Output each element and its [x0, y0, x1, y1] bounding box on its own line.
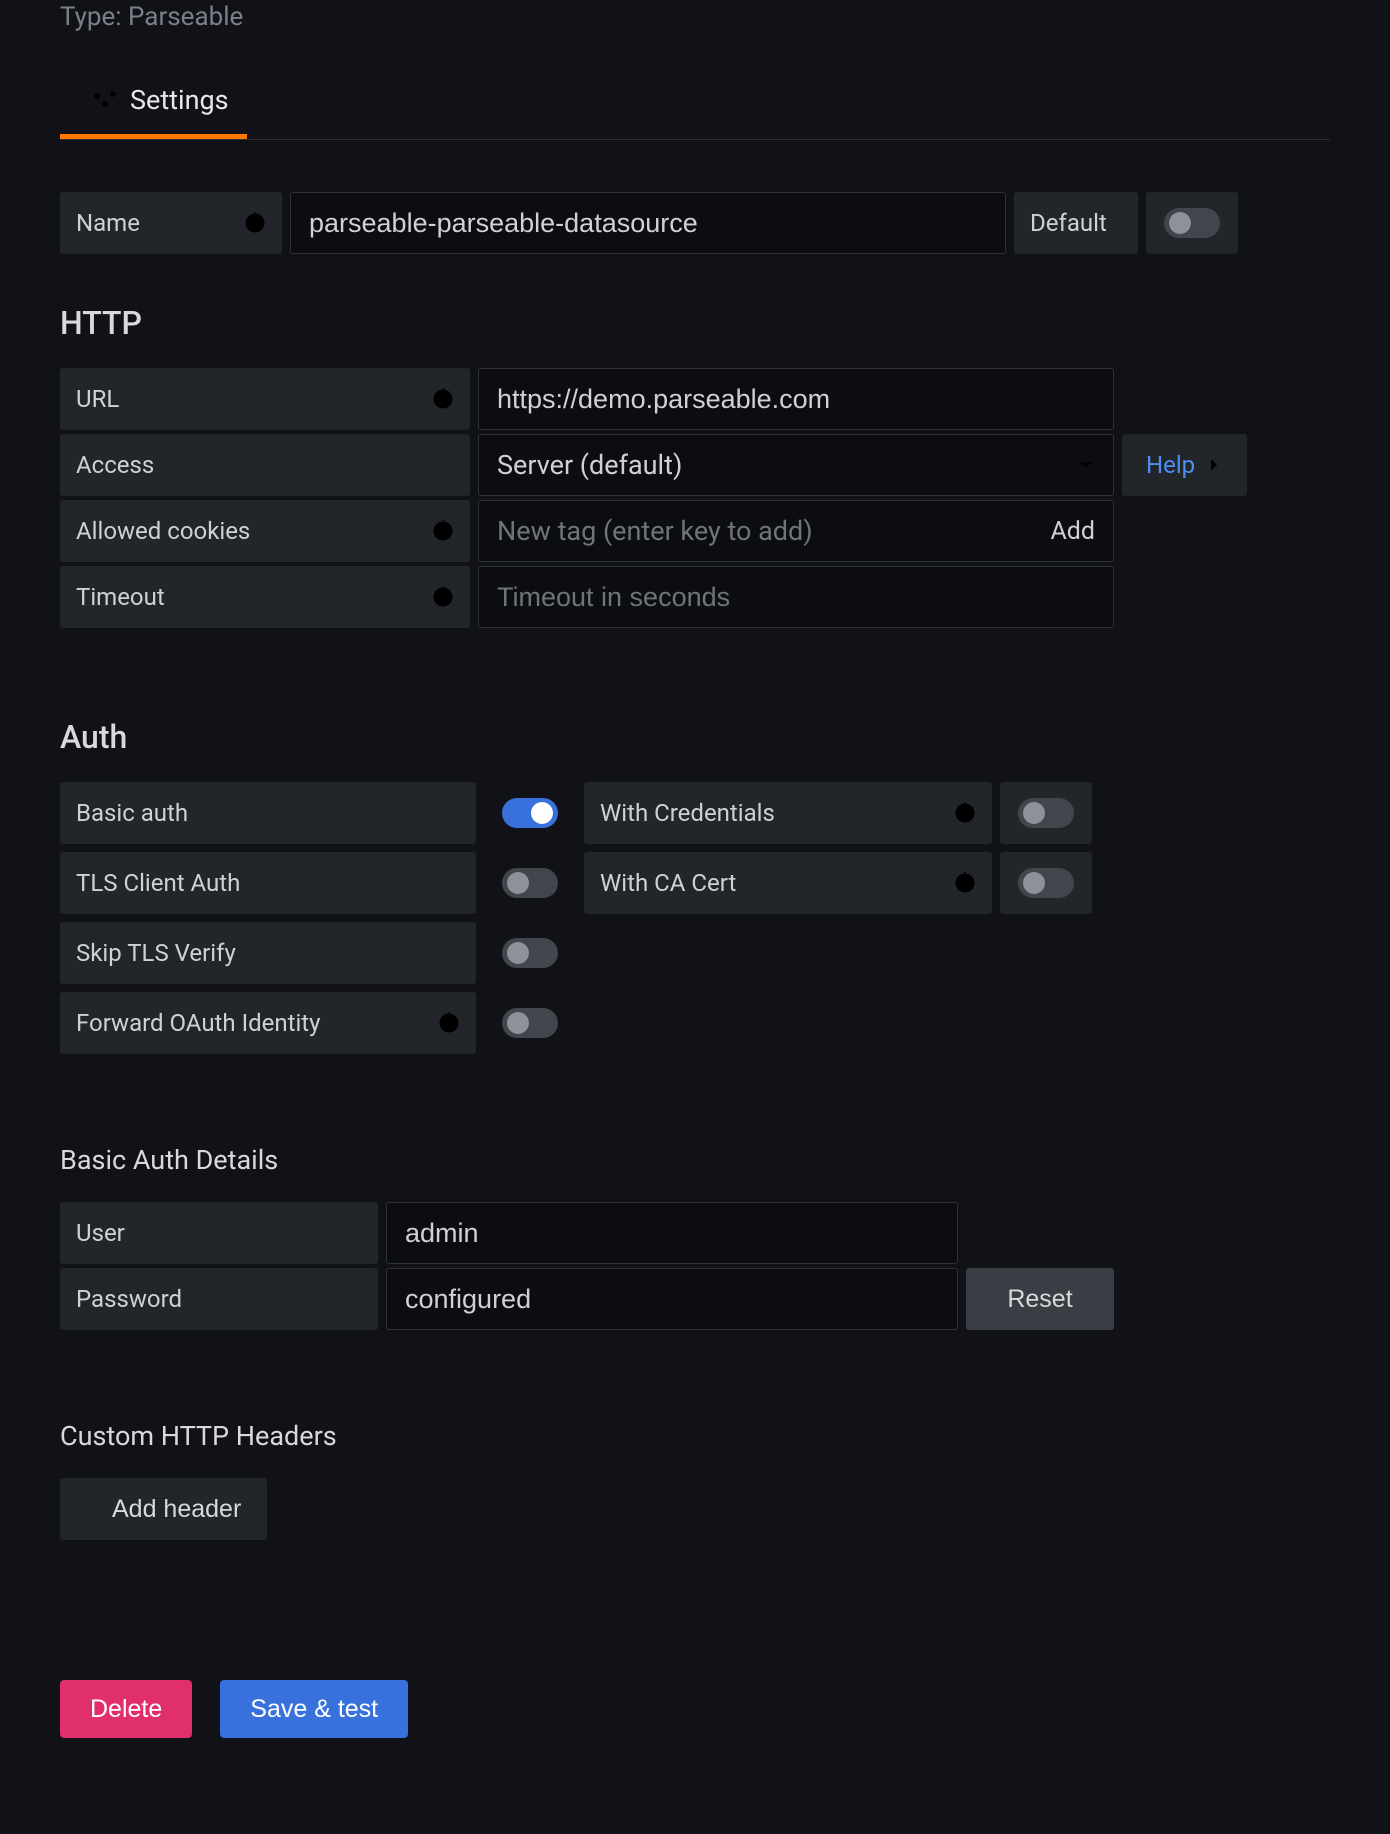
forward-oauth-label-text: Forward OAuth Identity — [76, 1009, 321, 1037]
access-label-text: Access — [76, 451, 154, 479]
allowed-cookies-input[interactable]: New tag (enter key to add) Add — [478, 500, 1114, 562]
info-icon — [954, 872, 976, 894]
allowed-cookies-placeholder: New tag (enter key to add) — [497, 515, 813, 547]
allowed-cookies-label-text: Allowed cookies — [76, 517, 250, 545]
url-input[interactable] — [478, 368, 1114, 430]
auth-section-title: Auth — [60, 718, 1330, 756]
timeout-label-text: Timeout — [76, 583, 165, 611]
tab-label: Settings — [130, 84, 229, 116]
with-credentials-label-text: With Credentials — [600, 799, 775, 827]
default-label-text: Default — [1030, 209, 1107, 237]
default-toggle[interactable] — [1146, 192, 1238, 254]
info-icon — [244, 212, 266, 234]
info-icon — [432, 520, 454, 542]
info-icon — [432, 586, 454, 608]
with-ca-cert-label-text: With CA Cert — [600, 869, 736, 897]
save-test-button[interactable]: Save & test — [220, 1680, 408, 1738]
with-ca-cert-label: With CA Cert — [584, 852, 992, 914]
basic-auth-details-title: Basic Auth Details — [60, 1144, 1330, 1176]
default-label: Default — [1014, 192, 1138, 254]
access-help-button[interactable]: Help — [1122, 434, 1247, 496]
info-icon — [438, 1012, 460, 1034]
reset-button[interactable]: Reset — [966, 1268, 1114, 1330]
name-label: Name — [60, 192, 282, 254]
info-icon — [432, 388, 454, 410]
http-section-title: HTTP — [60, 304, 1330, 342]
delete-button[interactable]: Delete — [60, 1680, 192, 1738]
info-icon — [954, 802, 976, 824]
user-input[interactable] — [386, 1202, 958, 1264]
with-credentials-toggle[interactable] — [1000, 782, 1092, 844]
with-ca-cert-toggle[interactable] — [1000, 852, 1092, 914]
skip-tls-verify-toggle[interactable] — [484, 922, 576, 984]
forward-oauth-toggle[interactable] — [484, 992, 576, 1054]
type-line: Type: Parseable — [60, 0, 1330, 72]
allowed-cookies-add-button[interactable]: Add — [1050, 517, 1095, 546]
user-label: User — [60, 1202, 378, 1264]
basic-auth-label: Basic auth — [60, 782, 476, 844]
tls-client-auth-label-text: TLS Client Auth — [76, 869, 240, 897]
sliders-icon — [92, 87, 118, 113]
tls-client-auth-toggle[interactable] — [484, 852, 576, 914]
custom-headers-title: Custom HTTP Headers — [60, 1420, 1330, 1452]
plus-icon — [76, 1498, 98, 1520]
access-help-label: Help — [1146, 451, 1195, 479]
tabs: Settings — [60, 72, 1330, 140]
tab-settings[interactable]: Settings — [60, 72, 247, 139]
url-label-text: URL — [76, 385, 119, 413]
basic-auth-label-text: Basic auth — [76, 799, 188, 827]
tls-client-auth-label: TLS Client Auth — [60, 852, 476, 914]
password-label: Password — [60, 1268, 378, 1330]
add-header-label: Add header — [112, 1495, 241, 1524]
name-label-text: Name — [76, 209, 140, 237]
access-select-value: Server (default) — [497, 449, 682, 481]
name-input[interactable] — [290, 192, 1006, 254]
access-label: Access — [60, 434, 470, 496]
basic-auth-toggle[interactable] — [484, 782, 576, 844]
password-input[interactable] — [386, 1268, 958, 1330]
url-label: URL — [60, 368, 470, 430]
user-label-text: User — [76, 1219, 125, 1247]
skip-tls-verify-label-text: Skip TLS Verify — [76, 939, 236, 967]
with-credentials-label: With Credentials — [584, 782, 992, 844]
chevron-right-icon — [1205, 456, 1223, 474]
add-header-button[interactable]: Add header — [60, 1478, 267, 1540]
timeout-label: Timeout — [60, 566, 470, 628]
forward-oauth-label: Forward OAuth Identity — [60, 992, 476, 1054]
timeout-input[interactable] — [478, 566, 1114, 628]
access-select[interactable]: Server (default) — [478, 434, 1114, 496]
skip-tls-verify-label: Skip TLS Verify — [60, 922, 476, 984]
allowed-cookies-label: Allowed cookies — [60, 500, 470, 562]
chevron-down-icon — [1077, 456, 1095, 474]
password-label-text: Password — [76, 1285, 182, 1313]
